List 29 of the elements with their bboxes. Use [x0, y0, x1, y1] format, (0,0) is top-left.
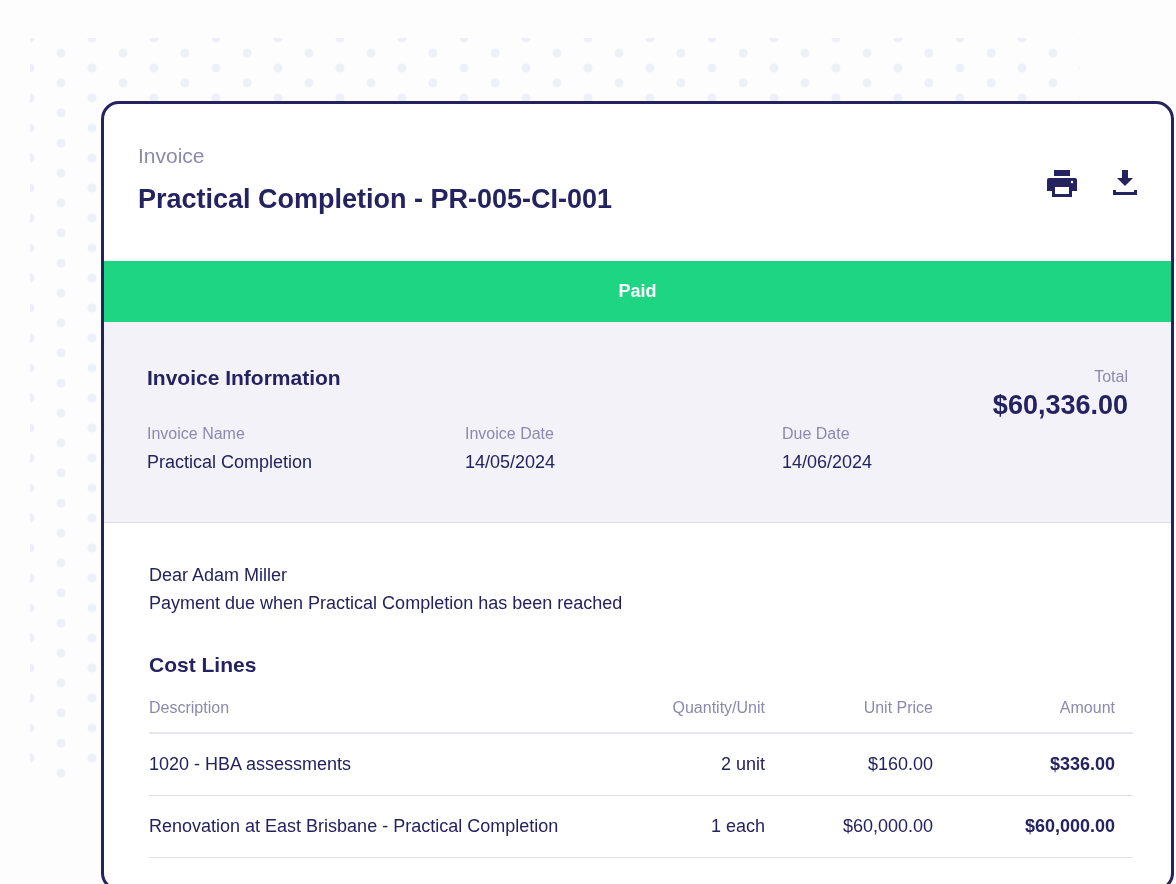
field-label: Invoice Date	[465, 425, 555, 443]
table-cell: $336.00	[933, 734, 1133, 796]
column-header: Amount	[933, 685, 1133, 734]
table-cell: Renovation at East Brisbane - Practical Completion	[149, 796, 595, 858]
table-cell: $60,000.00	[933, 796, 1133, 858]
print-icon[interactable]	[1047, 170, 1077, 197]
field-label: Due Date	[782, 425, 851, 443]
table-cell: $160.00	[765, 734, 933, 796]
greeting-text: Dear Adam Miller	[149, 564, 289, 587]
column-header: Quantity/Unit	[595, 685, 765, 734]
column-header: Unit Price	[765, 685, 933, 734]
field-value: 14/05/2024	[465, 452, 557, 473]
download-icon[interactable]	[1113, 170, 1137, 195]
table-cell: 2 unit	[595, 734, 765, 796]
total-label: Total	[1093, 368, 1128, 386]
field-value: Practical Completion	[147, 452, 314, 473]
total-amount: $60,336.00	[992, 390, 1128, 421]
column-header: Description	[149, 685, 595, 734]
table-cell: 1 each	[595, 796, 765, 858]
invoice-title: Practical Completion - PR-005-CI-001	[138, 184, 613, 215]
message-text: Payment due when Practical Completion has been reached	[149, 592, 624, 615]
table-cell: 1020 - HBA assessments	[149, 734, 595, 796]
section-heading: Invoice Information	[147, 366, 342, 390]
status-banner: Paid	[104, 261, 1171, 322]
field-label: Invoice Name	[147, 425, 246, 443]
table-cell: $60,000.00	[765, 796, 933, 858]
section-heading: Cost Lines	[149, 653, 258, 677]
field-value: 14/06/2024	[782, 452, 874, 473]
page-eyebrow: Invoice	[138, 144, 206, 168]
